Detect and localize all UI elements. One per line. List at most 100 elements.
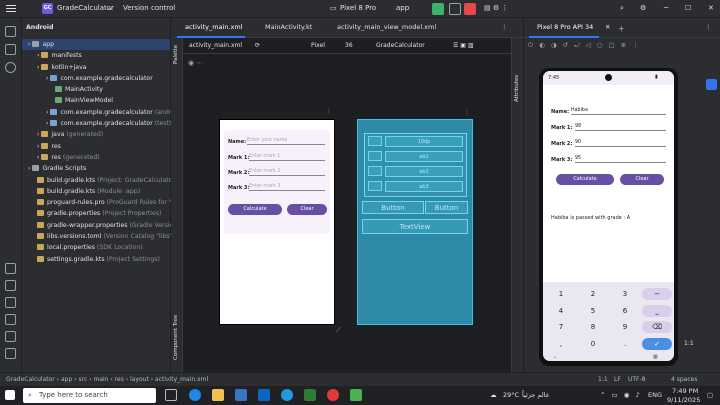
app-mark3-input[interactable]: 95 (575, 156, 666, 163)
keyboard-key[interactable]: 8 (578, 321, 608, 333)
notification-icon[interactable]: ▢ (707, 391, 713, 399)
calculate-button[interactable]: Calculate (228, 204, 282, 215)
breadcrumb[interactable]: GradeCalculator › app › src › main › res… (6, 376, 208, 383)
vcs-dropdown-chevron-icon[interactable]: ⌄ (107, 4, 113, 12)
file-encoding[interactable]: UTF-8 (628, 376, 646, 383)
keyboard-key[interactable]: 9 (610, 321, 640, 333)
emulator-toolbar-icons[interactable]: ⏻ ◐ ◑ ↺ ⤾ ◁ ○ □ ⊕ ⋮ (528, 41, 641, 50)
keyboard-key[interactable]: 2 (578, 288, 608, 300)
vcs-menu[interactable]: Version control (123, 4, 175, 12)
keyboard-key[interactable]: 3 (610, 288, 640, 300)
resize-handle-icon[interactable]: ⟋ (336, 326, 341, 335)
keyboard-key[interactable]: ⌫ (642, 321, 672, 333)
api-dropdown[interactable]: 36 (345, 42, 353, 49)
edge-icon[interactable] (281, 389, 293, 401)
breadcrumb-item[interactable]: src (79, 376, 88, 383)
debug-icon[interactable] (449, 3, 461, 15)
language-indicator[interactable]: ENG (648, 391, 662, 399)
run-icon[interactable] (432, 3, 444, 15)
keyboard-key[interactable]: 4 (546, 305, 576, 317)
caret-position[interactable]: 1:1 (598, 376, 608, 383)
keyboard-key[interactable]: 6 (610, 305, 640, 317)
app-name-input[interactable]: Habiba (571, 108, 666, 115)
attributes-label[interactable]: Attributes (514, 75, 520, 102)
settings-icon[interactable]: ⚙ (640, 4, 646, 12)
git-tool-icon[interactable] (5, 331, 16, 342)
device-manager-icon[interactable] (706, 79, 717, 90)
tray-icons[interactable]: ⌃ ▭ ◉ ♪ (600, 391, 642, 399)
device-selector[interactable]: Pixel 8 Pro (340, 4, 376, 12)
breadcrumb-item[interactable]: res (115, 376, 124, 383)
indent-setting[interactable]: 4 spaces (671, 376, 697, 383)
line-separator[interactable]: LF (614, 376, 621, 383)
breadcrumb-item[interactable]: GradeCalculator (6, 376, 55, 383)
breadcrumb-item[interactable]: activity_main.xml (155, 376, 208, 383)
project-name[interactable]: GradeCalculator (57, 4, 114, 12)
mark2-input[interactable]: Enter mark 2 (249, 169, 325, 176)
component-tree-label[interactable]: Component Tree (173, 315, 179, 360)
breadcrumb-item[interactable]: main (93, 376, 108, 383)
more-options-icon[interactable]: ⋮ (501, 23, 508, 31)
run-config[interactable]: app (396, 4, 409, 12)
project-view-selector[interactable]: Android (26, 24, 53, 31)
logcat-tool-icon[interactable] (5, 280, 16, 291)
close-tab-icon[interactable]: ✕ (605, 23, 610, 31)
store-icon[interactable] (235, 389, 247, 401)
project-tree-item[interactable]: › res (22, 141, 170, 152)
keyboard-key[interactable]: 0 (578, 338, 608, 350)
tab-main-activity[interactable]: MainActivity.kt (265, 23, 312, 31)
project-tree-item[interactable]: gradle.properties (Project Properties) (22, 208, 170, 219)
keyboard-key[interactable]: 7 (546, 321, 576, 333)
project-tree-item[interactable]: › app (22, 39, 170, 51)
commit-tool-icon[interactable] (5, 44, 16, 55)
clear-button[interactable]: Clear (287, 204, 327, 215)
view-mode-icons[interactable]: ☰ ▣ ▥ (453, 42, 474, 49)
panel-menu-icon[interactable]: ⋮ (705, 23, 712, 31)
taskbar-date[interactable]: 9/11/2025 (667, 396, 700, 404)
tab-activity-main[interactable]: activity_main.xml (185, 23, 243, 31)
project-tree-item[interactable]: › com.example.gradecalculator (22, 73, 170, 84)
keyboard-key[interactable]: ⎵ (642, 304, 672, 317)
project-tree-item[interactable]: › Gradle Scripts (22, 163, 170, 174)
keyboard-key[interactable]: ✓ (642, 337, 672, 350)
app-mark1-input[interactable]: 98 (575, 124, 666, 131)
project-tree-item[interactable]: proguard-rules.pro (ProGuard Rules for " (22, 197, 172, 208)
taskbar-time[interactable]: 7:49 PM (672, 387, 698, 395)
mark1-input[interactable]: Enter mark 1 (249, 154, 325, 161)
breadcrumb-item[interactable]: app (61, 376, 72, 383)
main-menu-icon[interactable] (6, 3, 16, 13)
keyboard-key[interactable]: . (610, 338, 640, 350)
terminal-tool-icon[interactable] (5, 297, 16, 308)
name-input[interactable]: Enter your name (247, 138, 325, 145)
project-tree-item[interactable]: MainActivity (22, 84, 170, 95)
task-view-icon[interactable] (165, 389, 177, 401)
keyboard-key[interactable]: − (642, 288, 672, 300)
problems-tool-icon[interactable] (5, 314, 16, 325)
project-tree-item[interactable]: › com.example.gradecalculator (test) (22, 118, 171, 129)
layout-file-dropdown[interactable]: activity_main.xml (189, 42, 242, 49)
tab-emulator[interactable]: Pixel 8 Pro API 34 (537, 23, 593, 31)
taskbar-search[interactable]: ⌕ Type here to search (23, 388, 156, 403)
search-icon[interactable]: ⌕ (620, 4, 624, 13)
app-calculate-button[interactable]: Calculate (556, 174, 614, 185)
file-explorer-icon[interactable] (212, 389, 224, 401)
project-tree-item[interactable]: MainViewModel (22, 95, 170, 106)
project-tree-item[interactable]: gradle-wrapper.properties (Gradle Versio (22, 220, 173, 231)
project-tree-item[interactable]: local.properties (SDK Location) (22, 242, 170, 253)
tab-activity-main-view-model[interactable]: activity_main_view_model.xml (337, 23, 436, 31)
project-tree-item[interactable]: settings.gradle.kts (Project Settings) (22, 254, 170, 265)
keyboard-hide-icon[interactable]: ⌄ (553, 354, 557, 360)
maximize-icon[interactable]: ☐ (685, 4, 691, 12)
project-tree-item[interactable]: › manifests (22, 50, 170, 61)
keyboard-key[interactable]: 1 (546, 288, 576, 300)
keyboard-switch-icon[interactable]: ▦ (653, 354, 658, 360)
zoom-ratio-label[interactable]: 1:1 (684, 340, 694, 347)
theme-dropdown[interactable]: GradeCalculator (376, 42, 425, 49)
weather-temp[interactable]: 29°C (503, 391, 519, 399)
project-tree-item[interactable]: › com.example.gradecalculator (androi (22, 107, 177, 118)
eye-icon[interactable]: ◉ ⋯ (188, 59, 203, 67)
design-menu-icon[interactable]: ⋮ (326, 108, 332, 115)
toolbar-tools-icons[interactable]: ▤ ⚙ ⋮ (484, 4, 508, 12)
project-tree-item[interactable]: build.gradle.kts (Module :app) (22, 186, 170, 197)
app-mark2-input[interactable]: 90 (575, 140, 666, 147)
